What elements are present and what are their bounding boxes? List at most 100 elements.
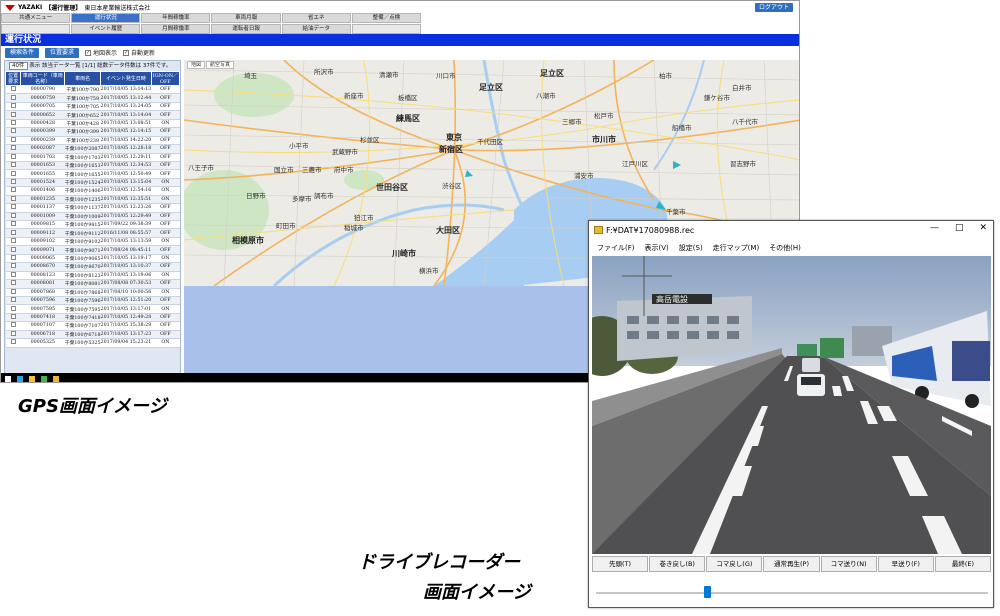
playback-slider[interactable] [596, 586, 988, 600]
table-row[interactable]: 00008081 千葉100か8081 2017/08/08 07:30:53 OFF [5, 279, 180, 289]
table-row[interactable]: 00000705 千葉100か705 2017/10/05 13:24:05 OFF [5, 102, 180, 112]
row-checkbox[interactable] [10, 86, 16, 92]
row-checkbox[interactable] [10, 187, 16, 193]
row-checkbox[interactable] [10, 221, 16, 227]
table-row[interactable]: 00005325 千葉100か5325 2017/09/04 15:23:21 ON [5, 338, 180, 348]
nav-item[interactable]: 省エネ [281, 13, 351, 23]
table-row[interactable]: 00001703 千葉100か1703 2017/10/05 12:29:11 OFF [5, 153, 180, 162]
table-row[interactable]: 00007596 千葉100か7596 2017/10/05 12:51:20 OFF [5, 296, 180, 306]
row-checkbox[interactable] [10, 280, 16, 286]
column-header[interactable]: イベント発生日時 [100, 71, 152, 86]
row-checkbox[interactable] [10, 111, 16, 117]
row-checkbox[interactable] [10, 238, 16, 244]
auto-update-checkbox[interactable]: ✓ 自動更新 [123, 48, 155, 57]
menu-item[interactable]: ファイル(F) [597, 243, 635, 253]
explorer-icon[interactable] [29, 375, 35, 382]
frame-back-button[interactable]: コマ戻し(G) [706, 556, 763, 572]
slider-thumb[interactable] [703, 586, 711, 598]
nav-item[interactable]: イベント履歴 [71, 24, 141, 34]
nav-item[interactable]: 給油データ [281, 24, 351, 34]
app-icon[interactable] [41, 375, 47, 382]
row-checkbox[interactable] [10, 254, 16, 260]
row-checkbox[interactable] [10, 339, 16, 345]
row-checkbox[interactable] [10, 297, 16, 303]
nav-item[interactable]: 車両月報 [211, 13, 281, 23]
row-checkbox[interactable] [10, 170, 16, 176]
table-row[interactable]: 00009065 千葉100か9065 2017/10/05 13:19:17 ON [5, 254, 180, 264]
position-request-button[interactable]: 位置要求 [45, 47, 80, 58]
row-checkbox[interactable] [10, 229, 16, 235]
frame-forward-button[interactable]: コマ送り(N) [820, 556, 877, 572]
row-checkbox[interactable] [10, 179, 16, 185]
nav-item[interactable]: 月間稼働率 [141, 24, 211, 34]
table-row[interactable]: 00001137 千葉100か1137 2017/10/05 12:23:26 OFF [5, 203, 180, 213]
table-row[interactable]: 00001009 千葉100か1009 2017/10/05 12:29:49 OFF [5, 212, 180, 222]
row-checkbox[interactable] [10, 162, 16, 168]
tab-satellite[interactable]: 航空写真 [206, 61, 235, 69]
search-condition-button[interactable]: 検索条件 [5, 47, 40, 58]
table-row[interactable]: 00009815 千葉100か9815 2017/09/22 09:38:39 OFF [5, 220, 180, 230]
fast-forward-button[interactable]: 早送り(F) [877, 556, 934, 572]
table-row[interactable]: 00009102 千葉100か9102 2017/10/05 13:13:59 ON [5, 237, 180, 247]
table-row[interactable]: 00001655 千葉100か1655 2017/10/05 12:50:49 OFF [5, 169, 180, 179]
row-checkbox[interactable] [10, 246, 16, 252]
table-row[interactable]: 00007107 千葉100か7107 2017/10/05 15:38:29 OFF [5, 321, 180, 331]
menu-item[interactable]: 走行マップ(M) [713, 243, 760, 253]
table-row[interactable]: 00001524 千葉100か1524 2017/10/05 13:15:04 ON [5, 178, 180, 188]
browser-icon[interactable] [17, 375, 23, 382]
column-header[interactable]: 車両名 [64, 71, 102, 86]
table-row[interactable]: 00009112 千葉100か9112 2016/11/08 08:55:57 OFF [5, 228, 180, 238]
column-header[interactable]: 車両コード（車両名称） [20, 71, 66, 86]
table-row[interactable]: 00009071 千葉100か9071 2017/08/24 08:45:11 OFF [5, 245, 180, 255]
table-row[interactable]: 00000759 千葉100か759 2017/10/05 13:12:44 OFF [5, 93, 180, 103]
first-frame-button[interactable]: 先頭(T) [592, 556, 649, 572]
row-checkbox[interactable] [10, 153, 16, 159]
row-checkbox[interactable] [10, 136, 16, 142]
windows-start-icon[interactable] [5, 375, 11, 382]
column-header[interactable]: IGN-ON／OFF [150, 71, 180, 86]
row-checkbox[interactable] [10, 314, 16, 320]
row-checkbox[interactable] [10, 263, 16, 269]
table-row[interactable]: 00007418 千葉100か7418 2017/10/05 12:49:28 OFF [5, 313, 180, 323]
nav-item[interactable]: 共通メニュー [1, 13, 71, 23]
table-row[interactable]: 00000790 千葉100か790 2017/10/05 13:14:13 OFF [5, 85, 180, 95]
table-row[interactable]: 00000399 千葉100か399 2017/10/05 12:14:15 OFF [5, 127, 180, 137]
menu-item[interactable]: その他(H) [769, 243, 801, 253]
logout-button[interactable]: ログアウト [754, 3, 793, 12]
table-row[interactable]: 00008670 千葉100か8670 2017/10/05 13:10:37 OFF [5, 262, 180, 272]
menu-item[interactable]: 表示(V) [645, 243, 669, 253]
nav-item[interactable]: 整備／点検 [351, 13, 421, 23]
nav-item[interactable]: 運転者日報 [211, 24, 281, 34]
last-frame-button[interactable]: 最終(E) [934, 556, 991, 572]
table-row[interactable]: 00000428 千葉100か428 2017/10/05 13:08:51 ON [5, 119, 180, 129]
nav-item[interactable]: 運行状況 [71, 13, 141, 23]
table-row[interactable]: 00002087 千葉100か2087 2017/10/05 12:28:18 OFF [5, 144, 180, 154]
table-row[interactable]: 00001406 千葉100か1406 2017/10/05 12:54:16 ON [5, 186, 180, 196]
per-page-select[interactable]: 40件 [9, 62, 28, 70]
app-icon-2[interactable] [53, 375, 59, 382]
table-row[interactable]: 00006718 千葉100か6718 2017/10/05 13:17:23 OFF [5, 330, 180, 340]
row-checkbox[interactable] [10, 119, 16, 125]
table-row[interactable]: 00001235 千葉100か1235 2017/10/05 12:35:51 ON [5, 195, 180, 205]
row-checkbox[interactable] [10, 288, 16, 294]
menu-item[interactable]: 設定(S) [679, 243, 703, 253]
table-row[interactable]: 00008123 千葉100か8123 2017/10/05 13:19:06 ON [5, 271, 180, 281]
tab-map[interactable]: 地図 [187, 61, 206, 69]
table-row[interactable]: 00007868 千葉100か7868 2017/08/10 10:00:56 ON [5, 288, 180, 297]
row-checkbox[interactable] [10, 330, 16, 336]
row-checkbox[interactable] [10, 305, 16, 311]
row-checkbox[interactable] [10, 103, 16, 109]
table-row[interactable]: 00007595 千葉100か7595 2017/10/05 13:17:01 ON [5, 304, 180, 314]
row-checkbox[interactable] [10, 145, 16, 151]
table-row[interactable]: 00000239 千葉100か239 2017/10/05 14:22:20 OFF [5, 136, 180, 146]
row-checkbox[interactable] [10, 128, 16, 134]
row-checkbox[interactable] [10, 94, 16, 100]
table-row[interactable]: 00000652 千葉100か652 2017/10/05 13:14:04 OFF [5, 110, 180, 120]
nav-item[interactable]: 年間稼働率 [141, 13, 211, 23]
map-display-checkbox[interactable]: ✓ 地図表示 [85, 48, 117, 57]
table-row[interactable]: 00001653 千葉100か1653 2017/10/05 12:34:53 OFF [5, 161, 180, 171]
row-checkbox[interactable] [10, 322, 16, 328]
row-checkbox[interactable] [10, 195, 16, 201]
minimize-icon[interactable]: — [930, 223, 939, 233]
close-icon[interactable]: ✕ [979, 223, 987, 233]
